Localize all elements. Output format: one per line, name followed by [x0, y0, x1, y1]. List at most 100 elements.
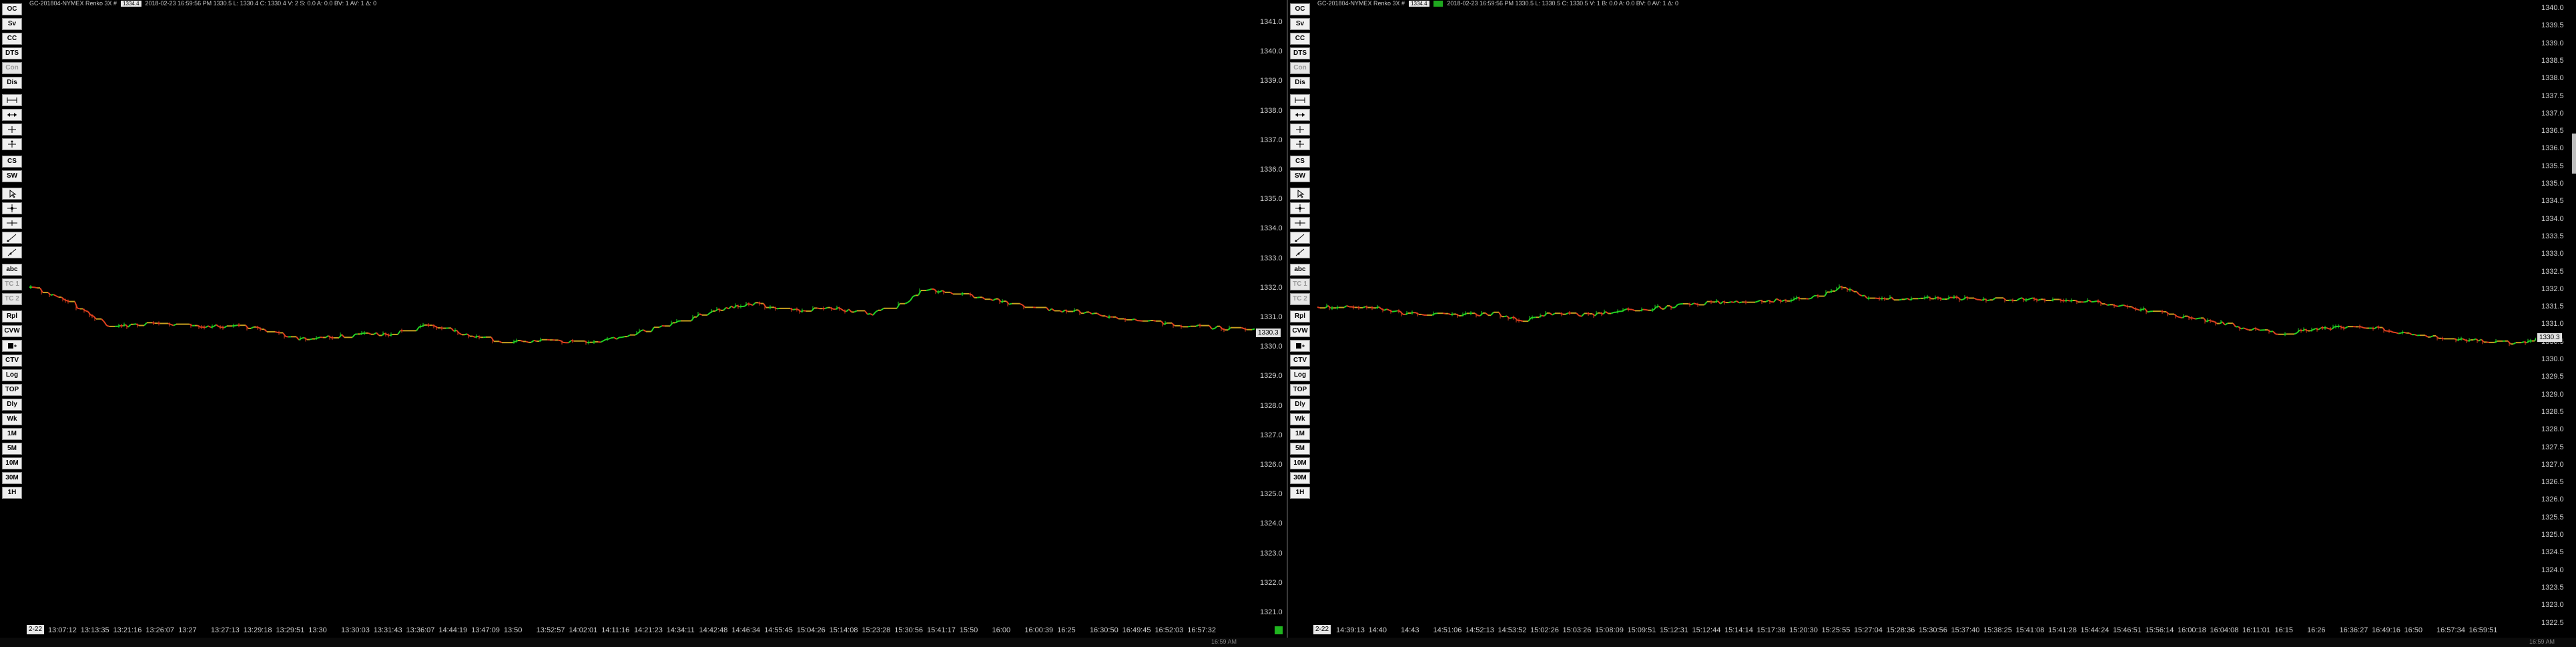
price-segment [1099, 314, 1103, 317]
price-segment [170, 324, 174, 327]
right-toolbar-button-sw[interactable]: SW [1290, 170, 1310, 182]
left-toolbar-button-oc[interactable]: OC [2, 3, 22, 15]
left-toolbar-button-tc-1[interactable]: TC 1 [2, 278, 22, 290]
left-tool-crosshair-cursor-button[interactable] [2, 202, 22, 214]
right-toolbar-button-abc[interactable]: abc [1290, 264, 1310, 276]
left-tool-measure-button[interactable] [2, 94, 22, 106]
price-segment [1214, 325, 1218, 329]
right-toolbar-button-dly[interactable]: Dly [1290, 399, 1310, 411]
price-segment [2425, 335, 2429, 338]
price-segment [1733, 300, 1737, 303]
price-segment [133, 323, 137, 325]
right-toolbar-button-dis[interactable]: Dis [1290, 77, 1310, 89]
left-tool-move-button[interactable] [2, 138, 22, 150]
right-price-axis[interactable]: 1340.0 1339.5 1339.0 1338.5 1338.0 1337.5 1337… [2537, 0, 2567, 627]
right-tool-move-button[interactable] [1290, 138, 1310, 150]
right-chart-plot[interactable] [1317, 0, 2536, 621]
left-toolbar-button-dts[interactable]: DTS [2, 47, 22, 59]
left-toolbar-button-log[interactable]: Log [2, 369, 22, 381]
time-tick-label: 16:59:51 [2469, 626, 2498, 634]
left-toolbar-button-dis[interactable]: Dis [2, 77, 22, 89]
left-toolbar-button-1m[interactable]: 1M [2, 428, 22, 440]
right-tool-ray-button[interactable] [1290, 246, 1310, 258]
time-tick-label: 16:36:27 [2339, 626, 2368, 634]
right-toolbar-button-top[interactable]: TOP [1290, 384, 1310, 396]
time-tick-label: 15:30:56 [1919, 626, 1947, 634]
left-toolbar-button-abc[interactable]: abc [2, 264, 22, 276]
right-toolbar-button-tc-2[interactable]: TC 2 [1290, 293, 1310, 305]
right-toolbar-button-dts[interactable]: DTS [1290, 47, 1310, 59]
right-toolbar-button-sv[interactable]: Sv [1290, 18, 1310, 30]
left-toolbar-button-cs[interactable]: CS [2, 156, 22, 168]
left-tool-trendline-button[interactable] [2, 232, 22, 244]
right-tool-pointer-button[interactable] [1290, 188, 1310, 200]
left-tool-ray-button[interactable] [2, 246, 22, 258]
right-scroll-handle[interactable] [2572, 134, 2576, 174]
left-toolbar-button-5m[interactable]: 5M [2, 443, 22, 455]
left-toolbar-button-30m[interactable]: 30M [2, 472, 22, 484]
right-toolbar-button-1h[interactable]: 1H [1290, 487, 1310, 499]
left-tool-grid-tools-button[interactable] [2, 340, 22, 352]
right-tool-measure-button[interactable] [1290, 94, 1310, 106]
left-toolbar-button-dly[interactable]: Dly [2, 399, 22, 411]
right-toolbar-button-oc[interactable]: OC [1290, 3, 1310, 15]
left-toolbar-button-con[interactable]: Con [2, 62, 22, 74]
left-toolbar-button-sw[interactable]: SW [2, 170, 22, 182]
time-tick-label: 15:41:08 [2015, 626, 2045, 634]
left-chart-plot[interactable] [29, 0, 1255, 621]
right-toolbar-button-cvw[interactable]: CVW [1290, 325, 1310, 337]
left-price-axis[interactable]: 1341.0 1340.0 1339.0 1338.0 1337.0 1336.0 1335… [1256, 0, 1285, 621]
price-segment [1765, 299, 1769, 302]
range-icon [7, 113, 17, 117]
right-toolbar-button-con[interactable]: Con [1290, 62, 1310, 74]
left-toolbar-button-1h[interactable]: 1H [2, 487, 22, 499]
left-toolbar-button-cvw[interactable]: CVW [2, 325, 22, 337]
right-chart-pane[interactable]: OC Sv CC DTS Con Dis CS SW abc TC 1 TC 2 Rpl CVW CTV L… [1288, 0, 2576, 647]
right-tool-trendline-button[interactable] [1290, 232, 1310, 244]
time-tick-label: 14:44:19 [438, 626, 468, 634]
left-tool-crosshair-button[interactable] [2, 124, 22, 136]
right-time-axis[interactable]: 14:39:13 14:40 14:43 14:51:06 14:52:13 14:53:… [1317, 624, 2536, 638]
left-toolbar-button-wk[interactable]: Wk [2, 413, 22, 425]
left-toolbar-button-10m[interactable]: 10M [2, 457, 22, 469]
left-tool-range-button[interactable] [2, 109, 22, 121]
right-toolbar-button-5m[interactable]: 5M [1290, 443, 1310, 455]
price-segment [1134, 318, 1138, 321]
left-status-square[interactable] [1275, 626, 1283, 634]
price-segment [1808, 297, 1812, 300]
left-toolbar-button-top[interactable]: TOP [2, 384, 22, 396]
right-toolbar-button-cc[interactable]: CC [1290, 33, 1310, 45]
left-tool-pointer-button[interactable] [2, 188, 22, 200]
right-toolbar-button-ctv[interactable]: CTV [1290, 355, 1310, 367]
price-segment [1907, 298, 1911, 301]
right-toolbar-button-1m[interactable]: 1M [1290, 428, 1310, 440]
left-toolbar-button-tc-2[interactable]: TC 2 [2, 293, 22, 305]
right-tool-crosshair-cursor-button[interactable] [1290, 202, 1310, 214]
price-segment [397, 330, 401, 335]
pointer-icon [9, 190, 17, 198]
price-segment [1973, 297, 1977, 300]
time-tick-label: 15:27:04 [1854, 626, 1883, 634]
right-toolbar-button-rpl[interactable]: Rpl [1290, 310, 1310, 322]
price-segment [971, 294, 975, 298]
right-tool-range-button[interactable] [1290, 109, 1310, 121]
right-tool-grid-tools-button[interactable] [1290, 340, 1310, 352]
time-tick-label: 14:02:01 [569, 626, 598, 634]
left-chart-pane[interactable]: OC Sv CC DTS Con Dis CS SW abc TC 1 TC 2 Rpl CVW CTV L… [0, 0, 1287, 647]
right-toolbar-button-log[interactable]: Log [1290, 369, 1310, 381]
left-toolbar-button-ctv[interactable]: CTV [2, 355, 22, 367]
right-toolbar-button-10m[interactable]: 10M [1290, 457, 1310, 469]
right-tool-horizontal-line-button[interactable] [1290, 217, 1310, 229]
right-toolbar-button-cs[interactable]: CS [1290, 156, 1310, 168]
right-toolbar-button-tc-1[interactable]: TC 1 [1290, 278, 1310, 290]
left-toolbar-button-sv[interactable]: Sv [2, 18, 22, 30]
time-tick-label: 16:49:45 [1122, 626, 1151, 634]
right-toolbar-button-30m[interactable]: 30M [1290, 472, 1310, 484]
time-tick-label: 13:52:57 [536, 626, 565, 634]
left-toolbar-button-cc[interactable]: CC [2, 33, 22, 45]
left-tool-horizontal-line-button[interactable] [2, 217, 22, 229]
right-toolbar-button-wk[interactable]: Wk [1290, 413, 1310, 425]
right-tool-crosshair-button[interactable] [1290, 124, 1310, 136]
left-toolbar-button-rpl[interactable]: Rpl [2, 310, 22, 322]
left-time-axis[interactable]: 13:07:12 13:13:35 13:21:16 13:26:07 13:27 13:… [29, 624, 1255, 638]
